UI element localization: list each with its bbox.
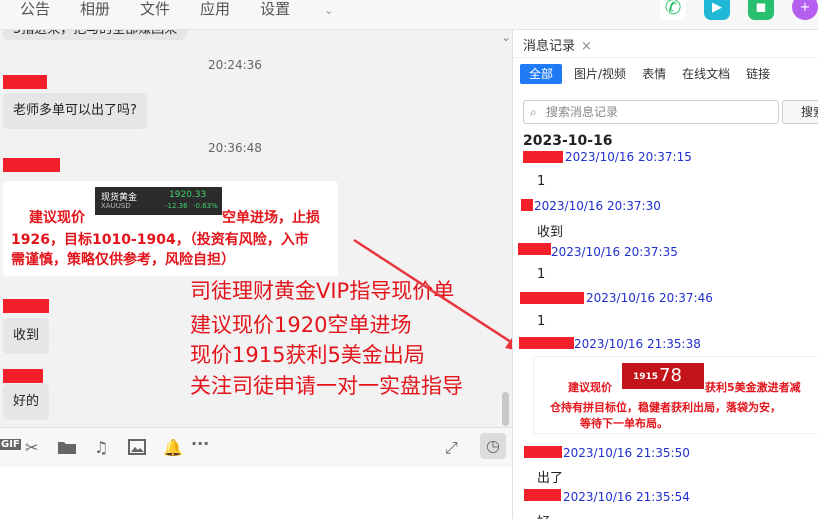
input-toolbar: GIF ✂ ♫ 🔔 ··· ⤢ ◷ [0, 427, 512, 467]
record-message: 出了 [537, 471, 564, 486]
history-date: 2023-10-16 [523, 133, 613, 149]
search-placeholder: 搜索消息记录 [546, 105, 619, 119]
card-text-prefix: 建议现价 [568, 381, 612, 394]
card-text-line3: 等待下一单布局。 [580, 417, 668, 430]
record-image-card[interactable]: 建议现价 1915 78 获利5美金激进者减 仓持有拼目标位，稳健者获利出局，落… [533, 356, 818, 434]
record-message: 收到 [537, 225, 564, 240]
record-timestamp: 2023/10/16 20:37:46 [586, 291, 713, 305]
filter-all[interactable]: 全部 [520, 64, 563, 84]
record-timestamp: 2023/10/16 21:35:38 [574, 337, 701, 351]
record-message: 好 [537, 511, 550, 519]
app-window: 公告 相册 文件 应用 设置⌄ ✆ ▶ ◼ + 5指进来，把与的全部赚回来 ⌄ … [0, 0, 818, 519]
close-icon[interactable]: × [581, 39, 592, 54]
record-message: 1 [537, 314, 546, 329]
message-input-area[interactable] [0, 467, 512, 519]
record-timestamp: 2023/10/16 21:35:50 [563, 446, 690, 460]
bell-icon[interactable]: 🔔 [163, 438, 183, 457]
message-history-pane: 消息记录 × 全部 图片/视频 表情 在线文档 链接 ⌕ 搜索消息记录 搜索 20… [512, 30, 818, 519]
record-message: 1 [537, 267, 546, 282]
filter-docs[interactable]: 在线文档 [682, 64, 730, 84]
tab-message-history[interactable]: 消息记录 × [523, 35, 592, 54]
image-icon[interactable] [128, 439, 146, 455]
sender-name-redacted [518, 243, 551, 255]
price-small: 1915 [633, 372, 659, 382]
sender-name-redacted [524, 446, 562, 458]
price-image: 1915 78 [622, 363, 704, 389]
record-timestamp: 2023/10/16 20:37:30 [534, 199, 661, 213]
record-timestamp: 2023/10/16 21:35:54 [563, 490, 690, 504]
search-button[interactable]: 搜索 [782, 100, 818, 124]
history-clock-icon[interactable]: ◷ [480, 433, 506, 459]
record-message: 1 [537, 174, 546, 189]
sender-name-redacted [521, 199, 533, 211]
tab-title: 消息记录 [523, 39, 576, 54]
search-icon: ⌕ [530, 105, 537, 119]
music-icon[interactable]: ♫ [94, 438, 108, 457]
price-big: 78 [659, 365, 682, 386]
gif-icon[interactable]: GIF [0, 439, 21, 450]
sender-name-redacted [524, 489, 561, 501]
more-icon[interactable]: ··· [191, 434, 209, 453]
filter-stickers[interactable]: 表情 [642, 64, 666, 84]
divider [513, 57, 818, 58]
search-input[interactable]: ⌕ 搜索消息记录 [523, 100, 779, 124]
record-timestamp: 2023/10/16 20:37:15 [565, 150, 692, 164]
card-text-line2: 仓持有拼目标位，稳健者获利出局，落袋为安， [550, 401, 781, 414]
card-text-suffix: 获利5美金激进者减 [705, 381, 801, 394]
sender-name-redacted [520, 292, 584, 304]
filter-links[interactable]: 链接 [746, 64, 770, 84]
expand-icon[interactable]: ⤢ [445, 438, 458, 458]
sender-name-redacted [519, 337, 574, 349]
filter-media[interactable]: 图片/视频 [574, 64, 626, 84]
scissors-icon[interactable]: ✂ [25, 438, 38, 457]
record-timestamp: 2023/10/16 20:37:35 [551, 245, 678, 259]
sender-name-redacted [523, 151, 563, 163]
folder-icon[interactable] [57, 439, 77, 455]
history-filters: 全部 图片/视频 表情 在线文档 链接 [520, 64, 786, 84]
